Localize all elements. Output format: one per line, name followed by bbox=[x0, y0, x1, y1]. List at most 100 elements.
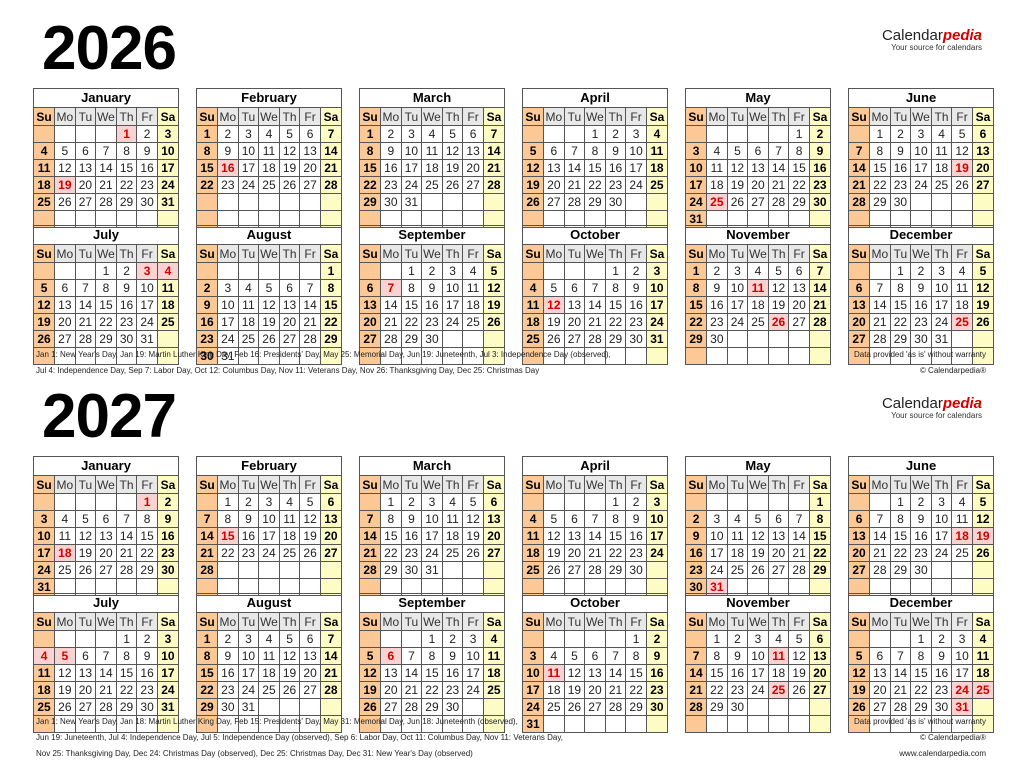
day-cell: 6 bbox=[360, 279, 382, 297]
week-row: 1234567 bbox=[197, 125, 341, 143]
day-cell: 18 bbox=[278, 527, 301, 545]
day-cell: 4 bbox=[726, 510, 749, 528]
day-cell: 15 bbox=[584, 159, 606, 177]
empty-cell bbox=[767, 715, 790, 732]
empty-cell bbox=[319, 561, 341, 579]
day-cell: 14 bbox=[767, 159, 790, 177]
empty-cell bbox=[74, 262, 97, 280]
day-cell: 19 bbox=[726, 176, 749, 194]
day-cell: 26 bbox=[971, 544, 993, 562]
day-cell: 6 bbox=[767, 510, 790, 528]
day-cell: 26 bbox=[360, 698, 382, 716]
empty-cell bbox=[726, 493, 749, 511]
weekday-header: Fr bbox=[951, 245, 973, 263]
day-cell: 27 bbox=[462, 176, 484, 194]
day-cell: 30 bbox=[910, 330, 932, 348]
day-cell: 5 bbox=[54, 647, 76, 665]
week-row: 10 11 12 13 14 15 16 bbox=[686, 159, 830, 177]
week-row: 5 6 7 8 9 10 11 bbox=[849, 647, 993, 665]
weekday-header: Tu bbox=[74, 613, 97, 631]
empty-cell bbox=[706, 125, 728, 143]
month-grid: Su Mo Tu We Th Fr Sa 1 2 3 4 5 6 7 8 9 10 11 12 13 14 15 16 17 1… bbox=[360, 108, 504, 227]
empty-cell bbox=[34, 630, 56, 648]
day-cell: 28 bbox=[869, 561, 891, 579]
day-cell: 18 bbox=[971, 664, 993, 682]
week-row: 5 6 7 8 9 10 11 bbox=[34, 279, 178, 297]
brand-name-accent: pedia bbox=[942, 27, 982, 44]
empty-cell bbox=[95, 493, 117, 511]
day-cell: 16 bbox=[237, 527, 260, 545]
weekday-header: We bbox=[584, 245, 606, 263]
day-cell: 19 bbox=[54, 176, 76, 194]
week-row: 2345678 bbox=[686, 510, 830, 528]
day-cell: 22 bbox=[889, 544, 912, 562]
day-cell: 4 bbox=[951, 493, 973, 511]
day-cell: 27 bbox=[563, 330, 586, 348]
day-cell: 1 bbox=[808, 493, 830, 511]
day-cell: 12 bbox=[74, 527, 97, 545]
empty-cell bbox=[156, 330, 178, 348]
weekday-header: Su bbox=[686, 476, 708, 494]
day-cell: 25 bbox=[34, 698, 56, 716]
weekday-header: Mo bbox=[217, 108, 239, 126]
day-cell: 17 bbox=[237, 159, 260, 177]
day-cell: 27 bbox=[380, 698, 402, 716]
empty-cell bbox=[788, 330, 810, 348]
day-cell: 17 bbox=[258, 527, 280, 545]
week-row: 7 8 9 10 11 12 13 bbox=[849, 142, 993, 160]
weekday-header: Su bbox=[360, 476, 382, 494]
weekday-header: Su bbox=[360, 245, 382, 263]
week-row: 28 bbox=[197, 561, 341, 579]
day-cell: 6 bbox=[747, 142, 769, 160]
day-cell: 17 bbox=[726, 296, 749, 314]
month-calendar: December Su Mo Tu We Th Fr Sa 1 2 3 4 5 6 7 8 9 10 11 12 13 1… bbox=[848, 593, 994, 733]
week-row: 23 24 25 26 27 28 29 bbox=[197, 330, 341, 348]
weekday-header: Mo bbox=[54, 108, 76, 126]
day-cell: 18 bbox=[34, 681, 56, 699]
empty-cell bbox=[889, 630, 912, 648]
day-cell: 11 bbox=[156, 279, 178, 297]
day-cell: 4 bbox=[258, 125, 280, 143]
day-cell: 17 bbox=[686, 176, 708, 194]
day-cell: 2 bbox=[910, 262, 932, 280]
empty-cell bbox=[808, 330, 830, 348]
day-cell: 5 bbox=[360, 647, 382, 665]
day-cell: 5 bbox=[278, 125, 301, 143]
day-cell: 11 bbox=[482, 647, 504, 665]
week-row: 10 11 12 13 14 15 16 bbox=[523, 664, 667, 682]
day-cell: 8 bbox=[604, 279, 627, 297]
holiday-note-line: Nov 25: Thanksgiving Day, Dec 24: Christ… bbox=[36, 749, 473, 758]
day-cell: 22 bbox=[889, 313, 912, 331]
day-cell: 21 bbox=[299, 313, 321, 331]
empty-cell bbox=[543, 125, 565, 143]
day-cell: 27 bbox=[74, 193, 97, 211]
day-cell: 3 bbox=[258, 493, 280, 511]
month-grid: Su Mo Tu We Th Fr Sa 1 2 3 4 5 6 7 8 9 10 11 12 13 14 15 16 17 1… bbox=[197, 108, 341, 227]
day-cell: 1 bbox=[115, 125, 138, 143]
day-cell: 20 bbox=[869, 681, 891, 699]
day-cell: 3 bbox=[645, 262, 667, 280]
day-cell: 6 bbox=[808, 630, 830, 648]
day-cell: 4 bbox=[462, 262, 484, 280]
weekday-header: Tu bbox=[726, 108, 749, 126]
day-cell: 28 bbox=[869, 330, 891, 348]
day-cell: 15 bbox=[197, 664, 219, 682]
day-cell: 30 bbox=[400, 561, 423, 579]
day-cell: 1 bbox=[421, 630, 443, 648]
day-cell: 21 bbox=[380, 313, 402, 331]
day-cell: 12 bbox=[747, 527, 769, 545]
empty-cell bbox=[441, 193, 464, 211]
day-cell: 29 bbox=[197, 698, 219, 716]
day-cell: 30 bbox=[136, 698, 158, 716]
day-cell: 2 bbox=[115, 262, 138, 280]
day-cell: 17 bbox=[237, 664, 260, 682]
day-cell: 17 bbox=[645, 527, 667, 545]
week-row: 6 7 8 9 10 11 12 bbox=[360, 279, 504, 297]
day-cell: 30 bbox=[910, 561, 932, 579]
weekday-header: We bbox=[421, 108, 443, 126]
day-cell: 16 bbox=[910, 527, 932, 545]
weekday-header: Sa bbox=[319, 476, 341, 494]
disclaimer-notes: Data provided 'as is' without warranty © … bbox=[854, 347, 986, 379]
weekday-header: Th bbox=[767, 108, 790, 126]
empty-cell bbox=[360, 262, 382, 280]
